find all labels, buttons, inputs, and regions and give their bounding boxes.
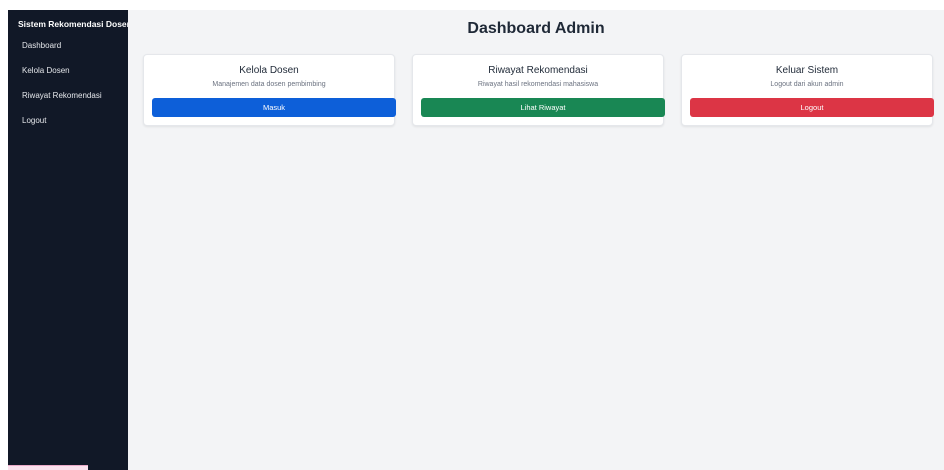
sidebar-item-riwayat-rekomendasi[interactable]: Riwayat Rekomendasi — [8, 89, 128, 114]
card-title: Kelola Dosen — [239, 65, 299, 76]
card-kelola-dosen: Kelola Dosen Manajemen data dosen pembim… — [143, 54, 396, 126]
card-description: Manajemen data dosen pembimbing — [212, 81, 326, 88]
sidebar-item-kelola-dosen[interactable]: Kelola Dosen — [8, 64, 128, 89]
dev-badge — [8, 465, 88, 470]
card-description: Riwayat hasil rekomendasi mahasiswa — [477, 81, 599, 88]
logout-button[interactable]: Logout — [690, 98, 934, 117]
masuk-button[interactable]: Masuk — [152, 98, 396, 117]
card-title: Riwayat Rekomendasi — [488, 65, 588, 76]
sidebar-title: Sistem Rekomendasi Dosen — [18, 19, 132, 29]
sidebar: Sistem Rekomendasi Dosen Dashboard Kelol… — [8, 10, 132, 470]
sidebar-item-logout[interactable]: Logout — [8, 114, 128, 139]
lihat-riwayat-button[interactable]: Lihat Riwayat — [421, 98, 665, 117]
card-keluar-sistem: Keluar Sistem Logout dari akun admin Log… — [681, 54, 934, 126]
card-riwayat-rekomendasi: Riwayat Rekomendasi Riwayat hasil rekome… — [412, 54, 665, 126]
sidebar-item-dashboard[interactable]: Dashboard — [8, 39, 128, 64]
main-content: Dashboard Admin Kelola Dosen Manajemen d… — [128, 10, 944, 470]
card-title: Keluar Sistem — [775, 65, 839, 76]
card-description: Logout dari akun admin — [770, 81, 844, 88]
page-title: Dashboard Admin — [467, 20, 605, 37]
